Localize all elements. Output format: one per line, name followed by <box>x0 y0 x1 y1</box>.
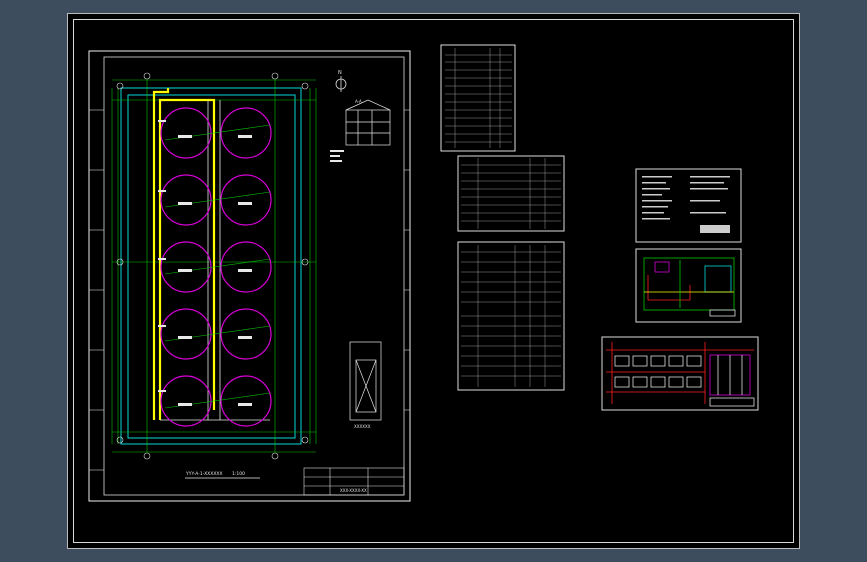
section-notes <box>330 150 344 162</box>
tank-labels <box>158 120 252 406</box>
sheet-site-plan <box>635 248 742 323</box>
plan-scale: 1:100 <box>232 472 245 477</box>
sheet-edge-ticks <box>89 109 410 471</box>
plan-title: YYY-A-1-XXXXXX <box>186 472 223 477</box>
north-label: N <box>338 70 342 76</box>
section-label: A-A <box>355 99 362 104</box>
north-arrow-icon <box>335 76 347 92</box>
cad-drawing-layer <box>88 44 759 502</box>
main-sheet-inner-border <box>103 56 405 496</box>
title-block-name: XXX-XXXX-XX <box>340 488 367 493</box>
tank-diagonals <box>164 124 271 409</box>
section-view <box>345 99 391 146</box>
main-sheet-border <box>88 50 411 502</box>
detail-label: XXXXXX <box>354 424 371 429</box>
sheet-schematic <box>601 336 759 411</box>
sheet-table-2 <box>457 155 565 232</box>
sheet-table-1 <box>440 44 516 152</box>
detail-block <box>349 341 382 421</box>
